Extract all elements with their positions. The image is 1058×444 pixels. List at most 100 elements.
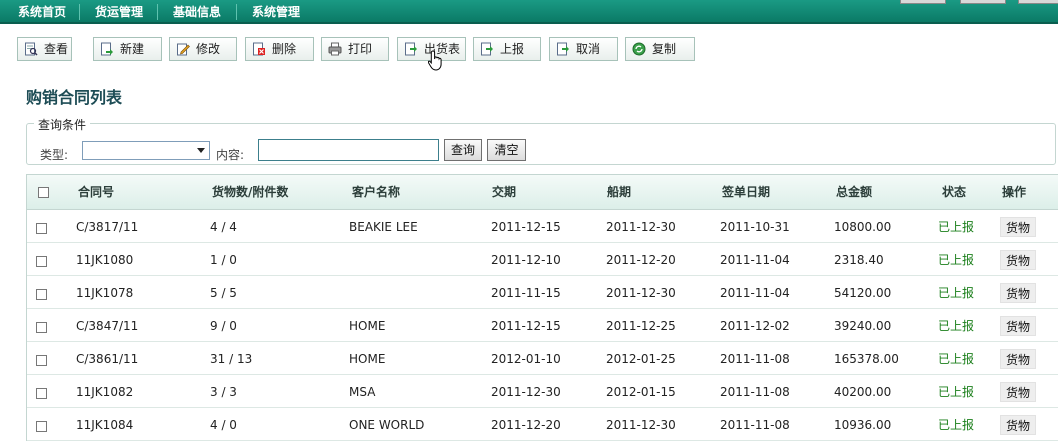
header-action: 操作: [1002, 185, 1027, 199]
amount: 10936.00: [834, 418, 892, 432]
header-counts[interactable]: 货物数/附件数: [212, 175, 288, 209]
delete-button[interactable]: 删除: [245, 37, 314, 61]
contract-no: C/3847/11: [76, 319, 139, 333]
status-badge: 已上报: [938, 319, 975, 333]
print-button[interactable]: 打印: [321, 37, 389, 61]
type-select[interactable]: [82, 141, 210, 160]
signed-date: 2011-11-04: [720, 253, 790, 267]
table-row[interactable]: C/3861/11 31 / 13 HOME 2012-01-10 2012-0…: [27, 342, 1058, 375]
counts: 9 / 0: [210, 319, 237, 333]
copy-button[interactable]: 复制: [625, 37, 695, 61]
content-label: 内容:: [216, 148, 245, 162]
table-row[interactable]: 11JK1082 3 / 3 MSA 2011-12-30 2012-01-15…: [27, 375, 1058, 408]
counts: 1 / 0: [210, 253, 237, 267]
clear-button[interactable]: 清空: [487, 139, 526, 161]
counts: 4 / 0: [210, 418, 237, 432]
window-button[interactable]: [1018, 0, 1058, 4]
new-label: 新建: [120, 42, 145, 56]
view-button[interactable]: 查看: [17, 37, 72, 61]
goods-button[interactable]: 货物: [1000, 283, 1037, 303]
delivery-date: 2012-01-10: [491, 352, 561, 366]
amount: 54120.00: [834, 286, 892, 300]
header-customer[interactable]: 客户名称: [352, 175, 400, 209]
nav-separator: [79, 4, 80, 20]
contract-no: 11JK1084: [76, 418, 134, 432]
signed-date: 2011-11-04: [720, 286, 790, 300]
nav-item-basic-info[interactable]: 基础信息: [165, 0, 229, 24]
header-signed[interactable]: 签单日期: [722, 175, 770, 209]
print-label: 打印: [348, 42, 373, 56]
shipping-date: 2012-01-15: [606, 385, 676, 399]
customer: MSA: [349, 385, 376, 399]
header-delivery[interactable]: 交期: [492, 175, 516, 209]
counts: 4 / 4: [210, 220, 237, 234]
counts: 5 / 5: [210, 286, 237, 300]
table-row[interactable]: 11JK1080 1 / 0 2011-12-10 2011-12-20 201…: [27, 243, 1058, 276]
row-checkbox[interactable]: [36, 421, 47, 432]
table-row[interactable]: 11JK1084 4 / 0 ONE WORLD 2011-12-20 2011…: [27, 408, 1058, 441]
table-row[interactable]: C/3847/11 9 / 0 HOME 2011-12-15 2011-12-…: [27, 309, 1058, 342]
header-shipping[interactable]: 船期: [607, 175, 631, 209]
edit-label: 修改: [196, 42, 221, 56]
nav-item-home[interactable]: 系统首页: [10, 0, 74, 24]
shipping-date: 2012-01-25: [606, 352, 676, 366]
nav-item-freight[interactable]: 货运管理: [87, 0, 151, 24]
delete-label: 删除: [272, 42, 297, 56]
table-row[interactable]: C/3817/11 4 / 4 BEAKIE LEE 2011-12-15 20…: [27, 210, 1058, 243]
counts: 3 / 3: [210, 385, 237, 399]
view-label: 查看: [44, 42, 69, 56]
amount: 2318.40: [834, 253, 884, 267]
status-badge: 已上报: [938, 352, 975, 366]
nav-item-system[interactable]: 系统管理: [244, 0, 308, 24]
view-icon: [25, 42, 38, 56]
type-label: 类型:: [40, 148, 69, 162]
header-contract-no[interactable]: 合同号: [78, 175, 114, 209]
chevron-down-icon: [197, 148, 205, 153]
header-status: 状态: [942, 185, 967, 199]
cancel-icon: [557, 42, 569, 56]
search-button[interactable]: 查询: [444, 139, 482, 161]
edit-icon: [177, 43, 190, 56]
row-checkbox[interactable]: [36, 289, 47, 300]
status-badge: 已上报: [938, 385, 975, 399]
goods-button[interactable]: 货物: [1000, 349, 1037, 369]
select-all-checkbox[interactable]: [38, 187, 49, 198]
row-checkbox[interactable]: [36, 223, 47, 234]
contract-no: 11JK1082: [76, 385, 134, 399]
query-legend: 查询条件: [34, 116, 91, 133]
customer: BEAKIE LEE: [349, 220, 418, 234]
new-icon: [101, 42, 113, 56]
customer: ONE WORLD: [349, 418, 425, 432]
table-row[interactable]: 11JK1078 5 / 5 2011-11-15 2011-12-30 201…: [27, 276, 1058, 309]
row-checkbox[interactable]: [36, 355, 47, 366]
goods-button[interactable]: 货物: [1000, 316, 1037, 336]
signed-date: 2011-12-02: [720, 319, 790, 333]
top-nav: 系统首页 货运管理 基础信息 系统管理: [0, 0, 1058, 24]
contract-table: 合同号 货物数/附件数 客户名称 交期 船期 签单日期 总金额 状态 操作 C/…: [26, 174, 1058, 441]
edit-button[interactable]: 修改: [169, 37, 237, 61]
row-checkbox[interactable]: [36, 322, 47, 333]
goods-button[interactable]: 货物: [1000, 250, 1037, 270]
hand-cursor-icon: [428, 50, 442, 71]
window-button[interactable]: [900, 0, 946, 4]
goods-button[interactable]: 货物: [1000, 415, 1037, 435]
report-button[interactable]: 上报: [473, 37, 541, 61]
goods-button[interactable]: 货物: [1000, 217, 1037, 237]
new-button[interactable]: 新建: [93, 37, 162, 61]
cancel-button[interactable]: 取消: [549, 37, 618, 61]
signed-date: 2011-10-31: [720, 220, 790, 234]
print-icon: [328, 42, 342, 56]
signed-date: 2011-11-08: [720, 352, 790, 366]
header-amount[interactable]: 总金额: [836, 175, 872, 209]
status-badge: 已上报: [938, 286, 975, 300]
window-button[interactable]: [960, 0, 1006, 4]
delivery-date: 2011-12-15: [491, 319, 561, 333]
status-badge: 已上报: [938, 220, 975, 234]
row-checkbox[interactable]: [36, 388, 47, 399]
row-checkbox[interactable]: [36, 256, 47, 267]
goods-button[interactable]: 货物: [1000, 382, 1037, 402]
shipping-date: 2011-12-30: [606, 286, 676, 300]
content-input[interactable]: [258, 139, 439, 161]
delivery-date: 2011-12-10: [491, 253, 561, 267]
signed-date: 2011-11-08: [720, 418, 790, 432]
